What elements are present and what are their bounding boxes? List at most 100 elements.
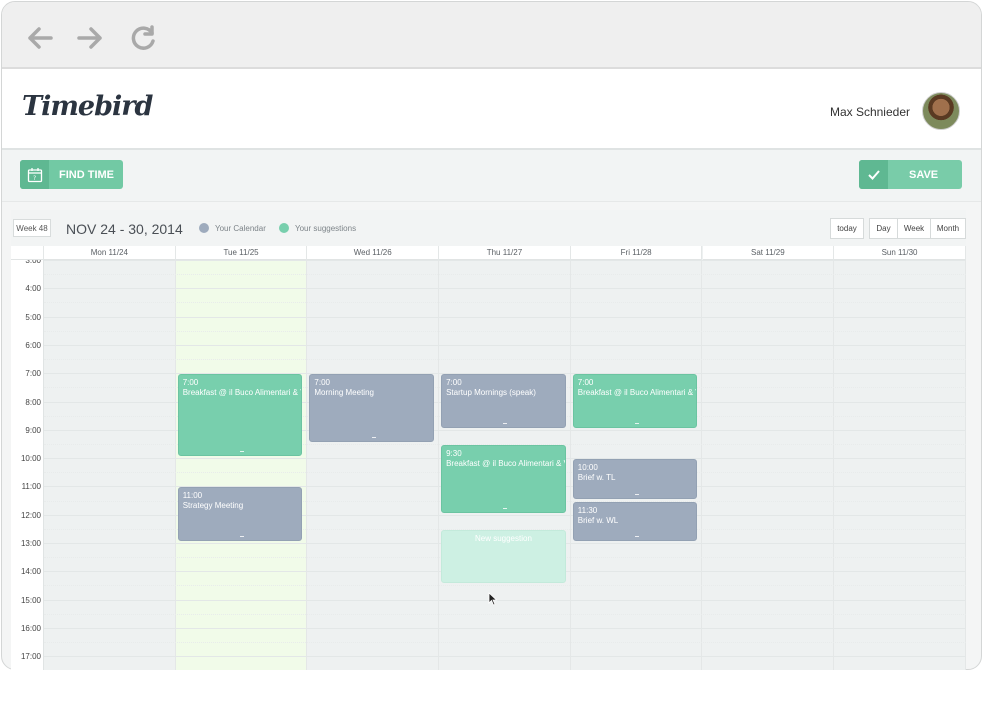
day-header: Sun 11/30 (834, 246, 966, 260)
time-label: 15:00 (20, 595, 41, 605)
day-header: Thu 11/27 (439, 246, 571, 260)
half-hour-line (44, 330, 966, 332)
resize-handle[interactable] (635, 493, 640, 495)
day-column[interactable] (307, 260, 440, 670)
resize-handle[interactable] (503, 507, 508, 509)
day-header: Wed 11/26 (307, 246, 440, 260)
event-title: Morning Meeting (314, 388, 374, 398)
today-button[interactable]: today (830, 218, 864, 239)
view-month-button[interactable]: Month (930, 218, 966, 239)
event-title: Startup Mornings (speak) (446, 388, 536, 398)
event-title: Breakfast @ il Buco Alimentari & Vineria (446, 458, 565, 468)
calendar-event[interactable]: 9:30Breakfast @ il Buco Alimentari & Vin… (441, 444, 566, 513)
hour-line (44, 316, 966, 318)
resize-handle[interactable] (503, 422, 508, 424)
arrow-right-icon[interactable] (74, 22, 106, 54)
new-suggestion-slot[interactable]: New suggestion (441, 529, 566, 584)
week-badge: Week 48 (13, 219, 51, 237)
save-label: SAVE (909, 168, 939, 181)
day-header: Fri 11/28 (570, 246, 703, 260)
legend-suggestions: Your suggestions (279, 223, 356, 233)
app-logo[interactable]: Timebird (22, 91, 153, 122)
half-hour-line (44, 274, 966, 276)
event-title: Brief w. WL (577, 515, 619, 525)
calendar-event[interactable]: 7:00 Startup Mornings (speak) (441, 374, 566, 428)
grid-corner (11, 246, 44, 260)
day-header: Sat 11/29 (702, 246, 835, 260)
time-label: 10:00 (20, 454, 41, 464)
day-column[interactable] (175, 260, 308, 670)
day-column[interactable] (703, 260, 835, 670)
reload-icon[interactable] (128, 22, 160, 54)
hour-line (44, 344, 966, 346)
event-title: Breakfast @ il Buco Alimentari & Vineria (577, 388, 697, 398)
hour-line (44, 627, 966, 629)
calendar-event[interactable]: 11:00 Strategy Meeting (177, 487, 303, 541)
event-time: 9:30 (446, 448, 462, 458)
legend-label-suggestions: Your suggestions (295, 223, 357, 233)
event-title: Strategy Meeting (182, 501, 244, 511)
time-column: 3:00 4:00 5:00 6:00 7:00 8:00 9:00 10:00 11:00 12… (11, 256, 44, 670)
calendar-event[interactable]: 7:00 Morning Meeting (309, 374, 435, 442)
day-column[interactable] (834, 260, 966, 670)
event-time: 7:00 (446, 378, 462, 388)
time-label: 14:00 (20, 567, 41, 577)
day-header: Tue 11/25 (175, 246, 308, 260)
event-title: New suggestion (474, 533, 532, 543)
view-week-button[interactable]: Week (897, 218, 931, 239)
legend-label-calendar: Your Calendar (215, 223, 266, 233)
mouse-cursor-icon (488, 592, 498, 611)
half-hour-line (44, 359, 966, 361)
time-label: 4:00 (25, 284, 41, 294)
resize-handle[interactable] (240, 535, 245, 537)
time-label: 17:00 (20, 652, 41, 662)
view-day-button[interactable]: Day (869, 218, 898, 239)
legend-calendar: Your Calendar (199, 223, 266, 233)
event-title: Breakfast @ il Buco Alimentari & Vineria (182, 388, 302, 398)
calendar-question-icon: ? (20, 160, 49, 189)
resize-handle[interactable] (371, 436, 376, 438)
calendar-event[interactable]: 10:00 Brief w. TL (572, 459, 698, 499)
save-button[interactable]: SAVE (859, 160, 962, 189)
calendar-event[interactable]: 7:00Breakfast @ il Buco Alimentari & Vin… (572, 374, 698, 428)
resize-handle[interactable] (240, 451, 245, 453)
time-label: 12:00 (20, 510, 41, 520)
event-time: 7:00 (182, 378, 199, 388)
day-header: Mon 11/24 (44, 246, 176, 260)
checkmark-icon (859, 160, 888, 189)
time-label: 9:00 (25, 425, 41, 435)
hour-line (44, 599, 966, 601)
browser-toolbar (2, 2, 981, 69)
half-hour-line (44, 302, 966, 304)
svg-text:?: ? (33, 175, 36, 182)
date-range: NOV 24 - 30, 2014 (66, 221, 183, 237)
hour-line (44, 288, 966, 290)
event-time: 11:30 (577, 505, 598, 515)
resize-handle[interactable] (635, 422, 640, 424)
time-label: 16:00 (20, 623, 41, 633)
time-label: 5:00 (25, 312, 41, 322)
time-label: 11:00 (21, 482, 41, 492)
half-hour-line (44, 613, 966, 615)
arrow-left-icon[interactable] (24, 22, 56, 54)
event-title: Brief w. TL (577, 473, 616, 483)
find-time-label: FIND TIME (59, 168, 114, 181)
hour-line (44, 656, 966, 658)
legend-dot-calendar (199, 223, 209, 233)
day-column[interactable] (44, 260, 176, 670)
half-hour-line (44, 585, 966, 587)
hour-line (44, 260, 966, 261)
legend-dot-suggestions (279, 223, 289, 233)
app-header: Timebird Max Schnieder (2, 69, 981, 150)
calendar-event[interactable]: 7:00Breakfast @ il Buco Alimentari & Vin… (177, 374, 303, 457)
calendar-event[interactable]: 11:30 Brief w. WL (572, 501, 698, 541)
time-label: 8:00 (25, 397, 41, 407)
time-label: 6:00 (25, 340, 41, 350)
time-label: 13:00 (20, 539, 41, 548)
resize-handle[interactable] (635, 535, 640, 537)
user-name: Max Schnieder (829, 105, 910, 119)
time-label: 7:00 (25, 369, 41, 379)
event-time: 10:00 (577, 463, 598, 473)
avatar[interactable] (922, 92, 960, 130)
find-time-button[interactable]: ? FIND TIME (20, 160, 123, 189)
